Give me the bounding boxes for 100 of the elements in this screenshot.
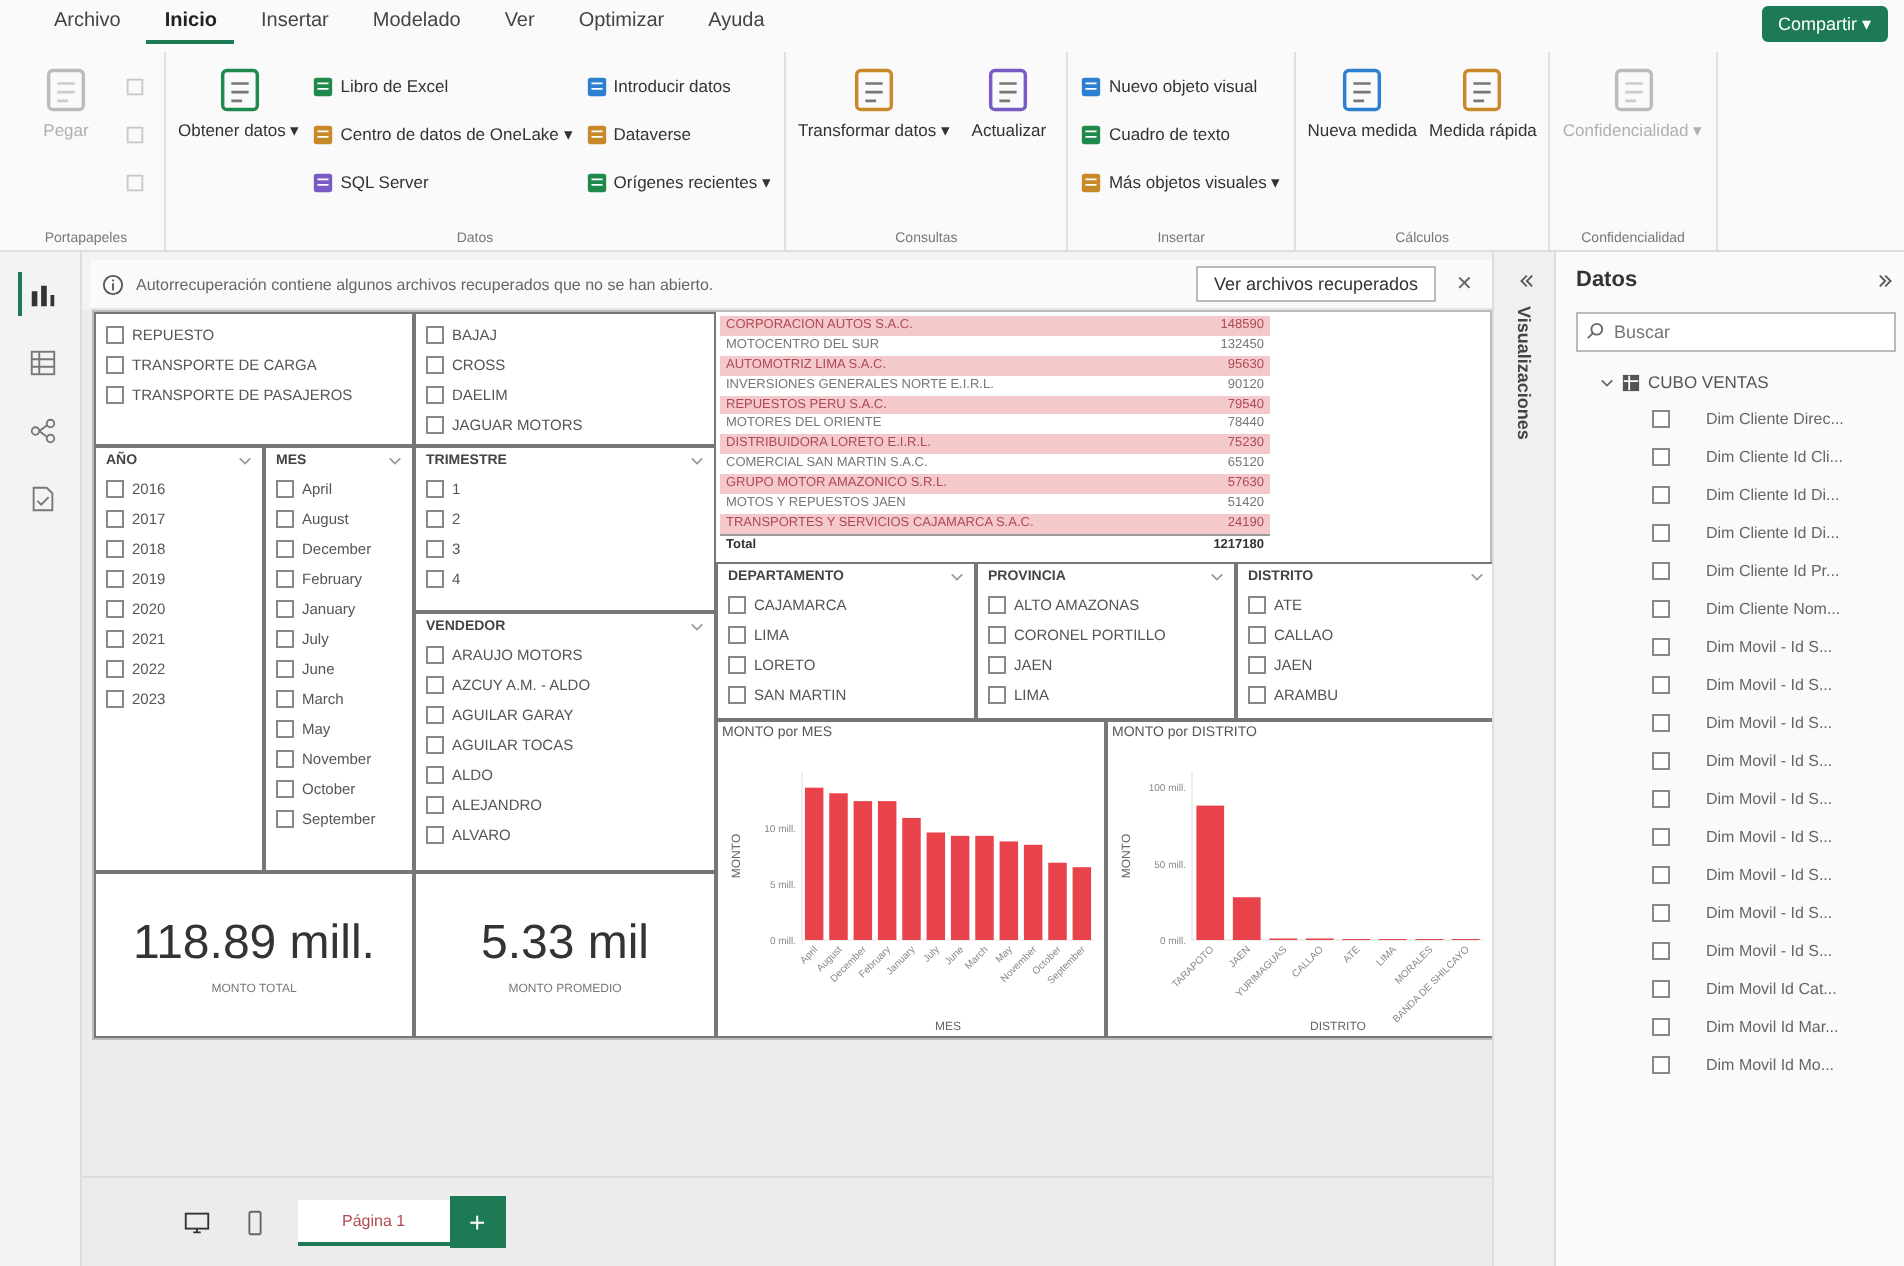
field-name[interactable]: Dim Cliente Id Cli... [1706, 448, 1843, 466]
chevron-icon[interactable] [690, 620, 704, 634]
ribbon-button[interactable]: Cuadro de texto [1080, 112, 1282, 156]
checkbox[interactable] [426, 479, 444, 497]
checkbox[interactable] [426, 415, 444, 433]
checkbox[interactable] [426, 705, 444, 723]
ribbon-button[interactable]: Libro de Excel [312, 64, 574, 108]
chevron-icon[interactable] [1470, 570, 1484, 585]
checkbox[interactable] [1652, 600, 1670, 618]
checkbox[interactable] [276, 509, 294, 527]
checkbox[interactable] [276, 719, 294, 737]
field-name[interactable]: Dim Cliente Id Di... [1706, 486, 1840, 504]
checkbox[interactable] [728, 625, 746, 644]
checkbox[interactable] [106, 385, 124, 403]
checkbox[interactable] [276, 779, 294, 797]
checkbox[interactable] [426, 765, 444, 783]
field-name[interactable]: Dim Cliente Id Di... [1706, 524, 1840, 542]
checkbox[interactable] [988, 655, 1006, 674]
checkbox[interactable] [1652, 1018, 1670, 1036]
desktop-layout-icon[interactable] [182, 1207, 212, 1237]
checkbox[interactable] [1248, 655, 1266, 674]
ribbon-tab[interactable]: Inicio [146, 4, 235, 44]
checkbox[interactable] [426, 569, 444, 587]
recover-files-button[interactable]: Ver archivos recuperados [1195, 266, 1436, 302]
field-name[interactable]: Dim Movil - Id S... [1706, 790, 1833, 808]
checkbox[interactable] [1652, 1056, 1670, 1074]
checkbox[interactable] [1652, 942, 1670, 960]
ribbon-button[interactable]: Más objetos visuales ▾ [1080, 160, 1282, 204]
checkbox[interactable] [1248, 625, 1266, 644]
ribbon-tab[interactable]: Insertar [242, 4, 347, 44]
expand-icon[interactable] [1600, 375, 1614, 389]
checkbox[interactable] [276, 749, 294, 767]
checkbox[interactable] [106, 659, 124, 677]
checkbox[interactable] [106, 569, 124, 587]
chevron-icon[interactable] [238, 454, 252, 468]
checkbox[interactable] [988, 685, 1006, 704]
checkbox[interactable] [1248, 685, 1266, 704]
checkbox[interactable] [1652, 790, 1670, 808]
field-name[interactable]: Dim Movil - Id S... [1706, 676, 1833, 694]
checkbox[interactable] [426, 645, 444, 663]
checkbox[interactable] [1652, 410, 1670, 428]
field-name[interactable]: Dim Movil Id Mo... [1706, 1056, 1835, 1074]
field-name[interactable]: Dim Movil Id Mar... [1706, 1018, 1839, 1036]
checkbox[interactable] [1652, 904, 1670, 922]
collapse-icon[interactable] [1515, 272, 1533, 290]
checkbox[interactable] [426, 385, 444, 403]
checkbox[interactable] [276, 569, 294, 587]
checkbox[interactable] [426, 735, 444, 753]
chevron-icon[interactable] [1210, 570, 1224, 585]
chevron-icon[interactable] [690, 454, 704, 468]
ribbon-button[interactable]: Medida rápida [1429, 64, 1537, 208]
field-name[interactable]: Dim Movil - Id S... [1706, 866, 1833, 884]
checkbox[interactable] [106, 325, 124, 343]
field-name[interactable]: Dim Cliente Direc... [1706, 410, 1844, 428]
ribbon-button[interactable]: Introducir datos [585, 64, 772, 108]
checkbox[interactable] [1652, 828, 1670, 846]
field-name[interactable]: Dim Movil - Id S... [1706, 904, 1833, 922]
checkbox[interactable] [728, 685, 746, 704]
table-name[interactable]: CUBO VENTAS [1648, 372, 1769, 392]
checkbox[interactable] [426, 539, 444, 557]
collapse-icon[interactable] [1878, 271, 1896, 289]
checkbox[interactable] [1652, 486, 1670, 504]
field-name[interactable]: Dim Cliente Id Pr... [1706, 562, 1840, 580]
checkbox[interactable] [1652, 524, 1670, 542]
checkbox[interactable] [276, 659, 294, 677]
ribbon-tab[interactable]: Ver [486, 4, 553, 44]
ribbon-button[interactable]: SQL Server [312, 160, 574, 204]
checkbox[interactable] [1652, 638, 1670, 656]
checkbox[interactable] [1652, 562, 1670, 580]
field-name[interactable]: Dim Movil - Id S... [1706, 714, 1833, 732]
checkbox[interactable] [106, 479, 124, 497]
checkbox[interactable] [426, 325, 444, 343]
ribbon-button[interactable]: Centro de datos de OneLake ▾ [312, 112, 574, 156]
ribbon-button[interactable]: Orígenes recientes ▾ [585, 160, 772, 204]
ribbon-button[interactable]: Transformar datos ▾ [797, 64, 951, 208]
checkbox[interactable] [1652, 752, 1670, 770]
add-page-button[interactable]: + [449, 1196, 506, 1248]
checkbox[interactable] [276, 689, 294, 707]
pane-title[interactable]: Visualizaciones [1514, 306, 1534, 440]
checkbox[interactable] [426, 795, 444, 813]
checkbox[interactable] [1652, 980, 1670, 998]
checkbox[interactable] [1248, 595, 1266, 614]
checkbox[interactable] [1652, 714, 1670, 732]
checkbox[interactable] [276, 599, 294, 617]
ribbon-tab[interactable]: Archivo [36, 4, 139, 44]
field-name[interactable]: Dim Movil - Id S... [1706, 752, 1833, 770]
ribbon-button[interactable]: Obtener datos ▾ [178, 64, 301, 208]
checkbox[interactable] [106, 509, 124, 527]
checkbox[interactable] [106, 629, 124, 647]
ribbon-button[interactable]: Actualizar [962, 64, 1055, 208]
field-name[interactable]: Dim Movil - Id S... [1706, 828, 1833, 846]
checkbox[interactable] [276, 809, 294, 827]
checkbox[interactable] [276, 479, 294, 497]
checkbox[interactable] [106, 355, 124, 373]
chevron-icon[interactable] [950, 570, 964, 585]
field-name[interactable]: Dim Movil Id Cat... [1706, 980, 1837, 998]
checkbox[interactable] [426, 675, 444, 693]
close-button[interactable]: ✕ [1448, 272, 1480, 296]
checkbox[interactable] [106, 689, 124, 707]
field-name[interactable]: Dim Movil - Id S... [1706, 942, 1833, 960]
